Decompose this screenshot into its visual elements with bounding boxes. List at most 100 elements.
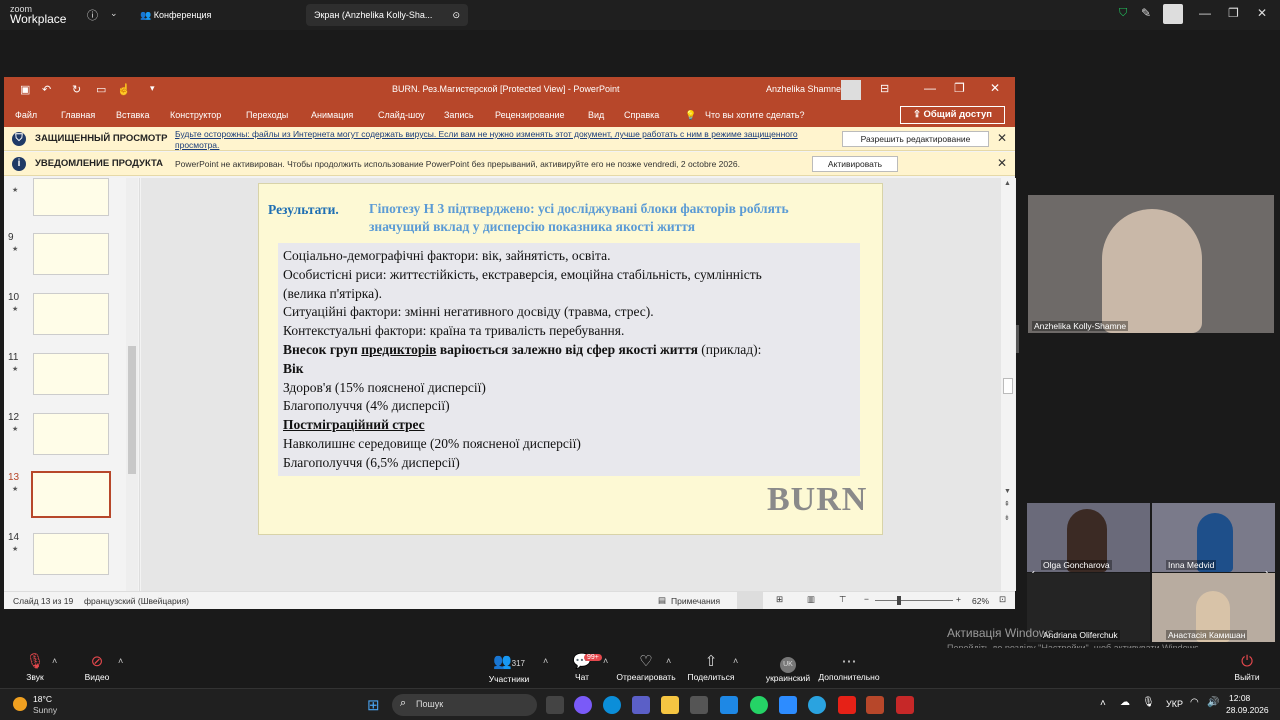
vertical-scrollbar[interactable]: ▲ ▼ ⇞ ⇟	[1001, 178, 1015, 591]
acrobat-icon[interactable]	[896, 696, 914, 714]
participants-button[interactable]: 👥317 Участники	[474, 652, 544, 684]
tab-help[interactable]: Справка	[624, 103, 659, 127]
shield-icon[interactable]: ⛉	[1119, 7, 1127, 20]
save-icon[interactable]: ▣	[20, 83, 30, 96]
close-icon[interactable]: ✕	[997, 156, 1007, 170]
chevron-up-icon[interactable]: ˄	[52, 656, 57, 666]
avatar[interactable]	[841, 80, 861, 100]
tab-design[interactable]: Конструктор	[170, 103, 221, 127]
chevron-up-icon[interactable]: ˄	[1100, 698, 1106, 709]
tab-file[interactable]: Файл	[15, 103, 37, 127]
scrollbar-thumb[interactable]	[1003, 378, 1013, 394]
slide-thumbnail[interactable]	[33, 233, 109, 275]
weather-sun-icon[interactable]	[13, 697, 27, 711]
zoom-slider-thumb[interactable]	[897, 596, 901, 605]
normal-view-icon[interactable]	[737, 592, 763, 609]
info-icon[interactable]: ⓘ	[87, 7, 98, 23]
powerpoint-icon[interactable]	[866, 696, 884, 714]
zoom-slider[interactable]	[875, 596, 953, 605]
weather-temp[interactable]: 18°C	[33, 694, 52, 704]
layout-icon[interactable]	[1163, 4, 1183, 24]
fit-slide-icon[interactable]: ⊡	[999, 594, 1006, 605]
scroll-up-icon[interactable]: ▲	[1004, 180, 1011, 187]
minimize-icon[interactable]: —	[924, 81, 936, 95]
zoom-app-icon[interactable]	[779, 696, 797, 714]
telegram-icon[interactable]	[808, 696, 826, 714]
maximize-icon[interactable]: ❐	[1228, 6, 1239, 20]
speaker-video[interactable]: Anzhelika Kolly-Shamne	[1028, 195, 1274, 333]
zoom-level[interactable]: 62%	[972, 596, 989, 606]
chevron-up-icon[interactable]: ˄	[733, 656, 738, 666]
slide-text-box[interactable]: Соціально-демографічні фактори: вік, зай…	[278, 243, 860, 476]
close-icon[interactable]: ✕	[990, 81, 1000, 95]
chevron-down-icon[interactable]: ⌄	[110, 8, 118, 19]
clock-time[interactable]: 12:08	[1229, 693, 1250, 703]
tab-slideshow[interactable]: Слайд-шоу	[378, 103, 425, 127]
next-slide-icon[interactable]: ⇟	[1004, 514, 1010, 522]
activate-button[interactable]: Активировать	[812, 156, 898, 172]
copilot-icon[interactable]	[574, 696, 592, 714]
enable-editing-button[interactable]: Разрешить редактирование	[842, 131, 989, 147]
ribbon-display-icon[interactable]: ⊟	[880, 82, 889, 95]
prev-slide-icon[interactable]: ⇞	[1004, 500, 1010, 508]
touch-icon[interactable]: ☝	[117, 83, 131, 96]
undo-icon[interactable]: ↶	[42, 83, 51, 96]
file-explorer-icon[interactable]	[661, 696, 679, 714]
tab-view[interactable]: Вид	[588, 103, 604, 127]
start-icon[interactable]: ⊞	[367, 696, 380, 714]
tab-animations[interactable]: Анимация	[311, 103, 353, 127]
volume-icon[interactable]: 🔊	[1207, 697, 1219, 708]
slideshow-icon[interactable]: ▭	[96, 83, 106, 96]
youtube-icon[interactable]	[838, 696, 856, 714]
mic-icon[interactable]: 🎙	[1142, 697, 1155, 708]
tab-conference[interactable]: 👥 Конференция	[132, 4, 219, 26]
minimize-icon[interactable]: —	[1199, 6, 1211, 20]
slide-thumbnail[interactable]	[33, 178, 109, 216]
slide-thumbnail-selected[interactable]	[31, 471, 111, 518]
weather-desc[interactable]: Sunny	[33, 705, 57, 715]
edge-icon[interactable]	[603, 696, 621, 714]
interpretation-button[interactable]: UK украинский	[753, 652, 823, 683]
audio-button[interactable]: 🎙 Звук	[0, 652, 70, 682]
thumbnail-scrollbar[interactable]	[126, 178, 138, 591]
zoom-in-icon[interactable]: +	[956, 594, 961, 604]
slide-thumbnail[interactable]	[33, 353, 109, 395]
share-button[interactable]: ⇪ Общий доступ	[900, 106, 1005, 124]
notes-button[interactable]: Примечания	[671, 596, 720, 606]
slide-thumbnail[interactable]	[33, 413, 109, 455]
tab-screen-share[interactable]: Экран (Anzhelika Kolly-Sha... ⊙	[306, 4, 468, 26]
language-status[interactable]: французский (Швейцария)	[84, 596, 189, 606]
customize-icon[interactable]: ▾	[150, 83, 155, 94]
slide-thumbnail[interactable]	[33, 533, 109, 575]
tab-review[interactable]: Рецензирование	[495, 103, 565, 127]
scrollbar-thumb[interactable]	[128, 346, 136, 474]
protected-message[interactable]: Будьте осторожны: файлы из Интернета мог…	[175, 129, 815, 151]
onedrive-icon[interactable]: ☁	[1120, 697, 1130, 708]
scroll-down-icon[interactable]: ▼	[1004, 488, 1011, 495]
close-icon[interactable]: ✕	[1257, 6, 1267, 20]
mail-icon[interactable]	[720, 696, 738, 714]
presenter-icon[interactable]: ⊤	[839, 594, 846, 605]
tab-record[interactable]: Запись	[444, 103, 474, 127]
chevron-up-icon[interactable]: ˄	[118, 656, 123, 666]
wifi-icon[interactable]: ◠	[1190, 697, 1199, 708]
slide-thumbnail[interactable]	[33, 293, 109, 335]
clock-date[interactable]: 28.09.2026	[1226, 705, 1269, 715]
user-name[interactable]: Anzhelika Shamne	[766, 84, 841, 94]
close-icon[interactable]: ✕	[997, 131, 1007, 145]
tab-transitions[interactable]: Переходы	[246, 103, 288, 127]
restore-icon[interactable]: ❐	[954, 81, 965, 95]
participant-video[interactable]: Olga Goncharova	[1027, 503, 1150, 572]
chevron-up-icon[interactable]: ˄	[603, 656, 608, 666]
whatsapp-icon[interactable]	[750, 696, 768, 714]
taskbar-search[interactable]: ⌕ Пошук	[392, 694, 537, 716]
task-view-icon[interactable]	[546, 696, 564, 714]
teams-icon[interactable]	[632, 696, 650, 714]
input-language[interactable]: УКР	[1166, 699, 1183, 709]
tab-home[interactable]: Главная	[61, 103, 95, 127]
panel-resize-handle[interactable]	[1016, 325, 1019, 353]
more-icon[interactable]: ⊙	[452, 4, 460, 26]
more-button[interactable]: ⋯ Дополнительно	[814, 652, 884, 682]
reading-view-icon[interactable]: ▥	[807, 594, 815, 605]
slide-canvas[interactable]: Результати. Гіпотезу Н 3 підтверджено: у…	[258, 183, 883, 535]
